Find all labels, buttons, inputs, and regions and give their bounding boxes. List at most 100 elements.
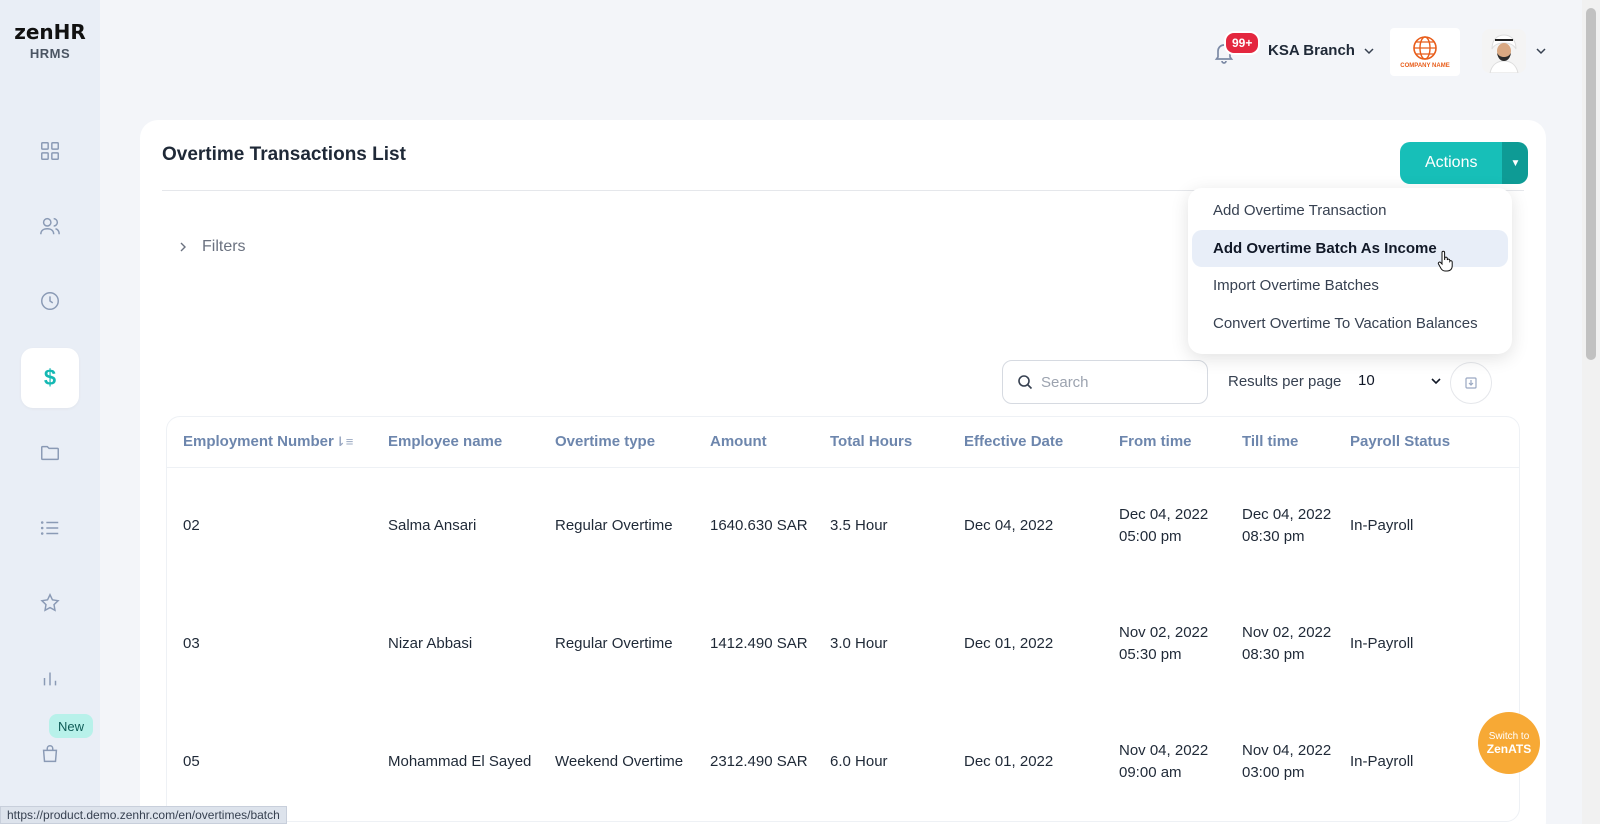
company-name-text: COMPANY NAME: [1400, 63, 1450, 69]
cell-effective-date: Dec 01, 2022: [964, 635, 1054, 652]
hand-cursor-icon: [1437, 250, 1453, 272]
cell-amount: 2312.490 SAR: [710, 753, 808, 770]
sidebar-item-lists[interactable]: [21, 498, 79, 558]
filters-label: Filters: [202, 238, 246, 255]
column-header: Effective Date: [948, 417, 1103, 468]
export-button[interactable]: [1450, 362, 1492, 404]
caret-down-icon[interactable]: ▼: [1502, 142, 1529, 184]
page-title: Overtime Transactions List: [162, 144, 406, 165]
chevron-right-icon: [180, 242, 186, 252]
cell-total-hours: 3.5 Hour: [830, 517, 888, 535]
cell-effective-date: Dec 01, 2022: [964, 753, 1054, 770]
cell-overtime-type: Regular Overtime: [555, 635, 673, 652]
cell-overtime-type: Regular Overtime: [555, 517, 673, 535]
table-row[interactable]: 03 Nizar Abbasi Regular Overtime 1412.49…: [167, 585, 1519, 703]
cell-total-hours: 6.0 Hour: [830, 753, 888, 770]
search-input[interactable]: [1041, 373, 1191, 391]
users-icon: [40, 217, 60, 235]
sidebar-item-employees[interactable]: [21, 196, 79, 256]
switch-line2: ZenATS: [1486, 741, 1532, 756]
actions-button[interactable]: Actions ▼: [1400, 142, 1529, 184]
logo-subtitle: HRMS: [29, 46, 71, 61]
bar-chart-icon: [43, 672, 57, 686]
logo-hr-text: HR: [53, 20, 86, 44]
column-header: Overtime type: [539, 417, 694, 468]
results-per-page-value: 10: [1358, 372, 1375, 389]
cell-employment-number: 03: [183, 635, 200, 652]
scrollbar-thumb[interactable]: [1586, 8, 1596, 360]
user-avatar-icon: [1482, 29, 1526, 73]
filters-toggle[interactable]: Filters: [178, 238, 246, 256]
page-scrollbar[interactable]: [1582, 0, 1600, 824]
clock-icon: [41, 292, 59, 310]
actions-label: Actions: [1400, 142, 1503, 184]
cell-payroll-status: In-Payroll: [1350, 517, 1414, 535]
zenhr-logo[interactable]: zenHR HRMS: [0, 20, 100, 61]
column-header-label: Employment Number: [183, 433, 334, 451]
column-header: Till time: [1226, 417, 1334, 468]
sidebar-item-documents[interactable]: [21, 423, 79, 483]
cell-from-time: Nov 04, 2022 09:00 am: [1119, 742, 1209, 781]
cell-overtime-type: Weekend Overtime: [555, 753, 684, 770]
cell-employment-number: 02: [183, 517, 200, 535]
column-header: Employee name: [372, 417, 539, 468]
cell-employee-name: Salma Ansari: [388, 517, 477, 535]
star-icon: [40, 593, 60, 612]
sidebar-item-marketplace[interactable]: [21, 724, 79, 784]
switch-to-zenats-button[interactable]: Switch to ZenATS: [1478, 712, 1540, 774]
download-icon: [1465, 377, 1477, 389]
sidebar-item-reports[interactable]: [21, 648, 79, 708]
chevron-down-icon: [1364, 47, 1374, 54]
results-per-page-label: Results per page: [1228, 373, 1342, 390]
cell-amount: 1640.630 SAR: [710, 517, 808, 535]
sidebar: zenHR HRMS $ New: [0, 0, 100, 824]
overtime-table: Employment Number⇂≡ Employee name Overti…: [166, 416, 1520, 822]
cell-employment-number: 05: [183, 753, 200, 770]
cell-total-hours: 3.0 Hour: [830, 635, 888, 652]
notifications-badge: 99+: [1224, 31, 1261, 55]
bag-icon: [42, 745, 58, 763]
cell-from-time: Nov 02, 2022 05:30 pm: [1119, 624, 1209, 663]
status-bar-url: https://product.demo.zenhr.com/en/overti…: [0, 806, 287, 824]
search-box[interactable]: [1002, 360, 1208, 404]
column-header: Total Hours: [814, 417, 948, 468]
table-row[interactable]: 02 Salma Ansari Regular Overtime 1640.63…: [167, 467, 1519, 585]
cell-till-time: Nov 04, 2022 03:00 pm: [1242, 742, 1332, 781]
column-header[interactable]: Employment Number⇂≡: [167, 417, 372, 468]
company-logo: COMPANY NAME: [1390, 28, 1460, 76]
dollar-icon: $: [43, 365, 57, 390]
results-per-page-select[interactable]: 10: [1358, 372, 1442, 389]
actions-menu: Add Overtime Transaction Add Overtime Ba…: [1188, 188, 1512, 354]
column-header: From time: [1103, 417, 1226, 468]
cell-employee-name: Mohammad El Sayed: [388, 753, 532, 770]
cell-employee-name: Nizar Abbasi: [388, 635, 473, 652]
sort-icon[interactable]: ⇂≡: [335, 434, 353, 449]
menu-item-add-overtime-batch-as-income[interactable]: Add Overtime Batch As Income: [1192, 229, 1508, 267]
menu-item-convert-overtime-to-vacation-balances[interactable]: Convert Overtime To Vacation Balances: [1192, 305, 1508, 343]
menu-item-add-overtime-transaction[interactable]: Add Overtime Transaction: [1192, 192, 1508, 230]
branch-selector[interactable]: KSA Branch: [1268, 42, 1375, 59]
table-row[interactable]: 05 Mohammad El Sayed Weekend Overtime 23…: [167, 703, 1519, 821]
avatar[interactable]: [1482, 29, 1526, 73]
logo-text: zen: [14, 20, 54, 44]
cell-amount: 1412.490 SAR: [710, 635, 808, 652]
list-icon: [40, 521, 59, 535]
menu-item-import-overtime-batches[interactable]: Import Overtime Batches: [1192, 267, 1508, 305]
search-icon: [1018, 375, 1033, 390]
sidebar-item-attendance[interactable]: [21, 271, 79, 331]
folder-icon: [41, 445, 59, 461]
cell-effective-date: Dec 04, 2022: [964, 517, 1054, 535]
table-header-row: Employment Number⇂≡ Employee name Overti…: [167, 417, 1519, 468]
cell-till-time: Nov 02, 2022 08:30 pm: [1242, 624, 1332, 663]
sidebar-item-dashboard[interactable]: [21, 121, 79, 181]
branch-label: KSA Branch: [1268, 42, 1355, 59]
sidebar-item-performance[interactable]: [21, 573, 79, 633]
globe-icon: [1413, 36, 1437, 60]
column-header: Amount: [694, 417, 814, 468]
cell-from-time: Dec 04, 2022 05:00 pm: [1119, 506, 1209, 546]
chevron-down-icon[interactable]: [1534, 44, 1548, 58]
topbar: 99+ KSA Branch COMPANY NAME: [100, 0, 1582, 105]
sidebar-item-payroll[interactable]: $: [21, 348, 79, 408]
chevron-down-icon: [1431, 377, 1441, 384]
grid-icon: [41, 142, 59, 160]
